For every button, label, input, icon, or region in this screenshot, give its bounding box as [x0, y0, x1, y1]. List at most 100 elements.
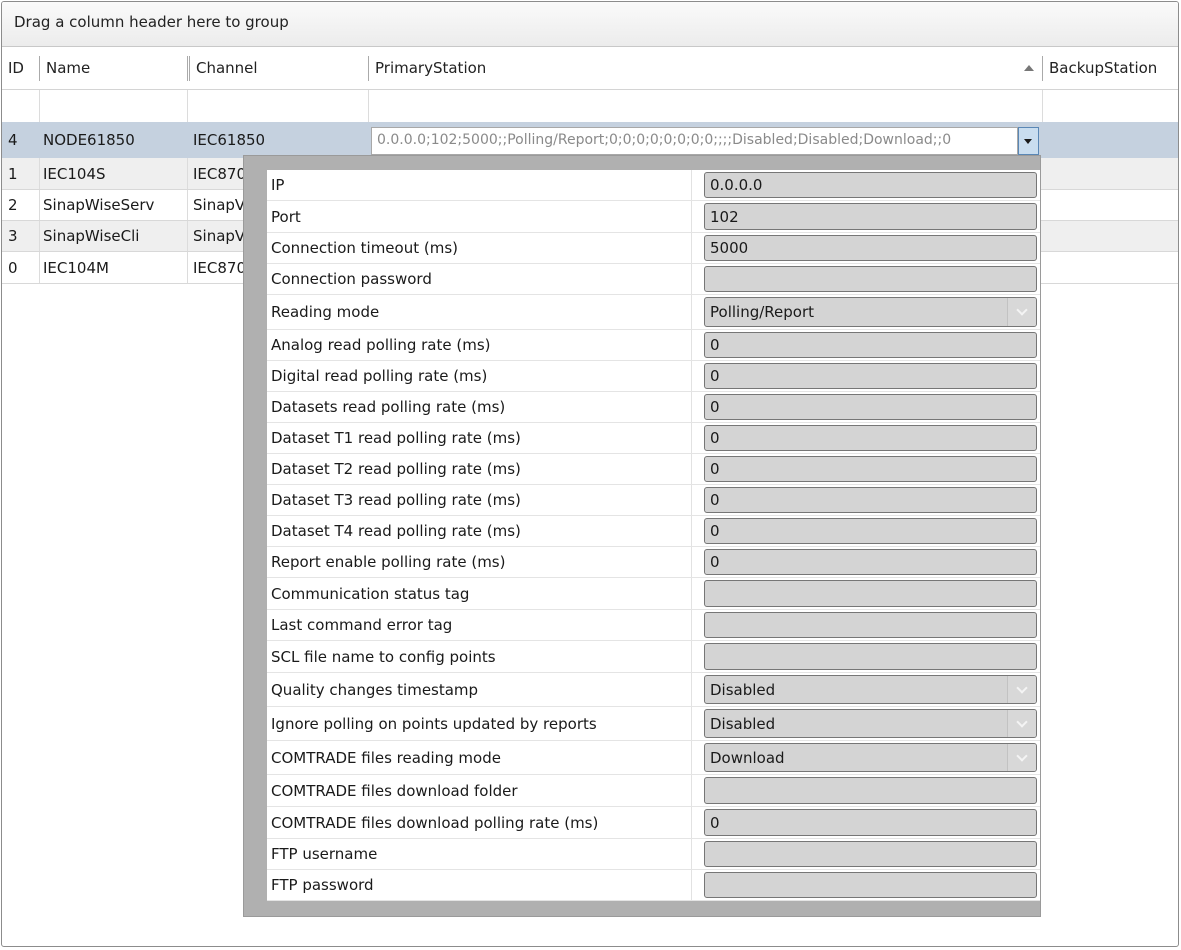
property-divider — [691, 485, 692, 515]
property-row-comtrade-files-download-folder: COMTRADE files download folder — [267, 775, 1040, 807]
property-combobox-quality-changes-timestamp[interactable]: Disabled — [704, 675, 1037, 704]
property-label: Connection timeout (ms) — [271, 239, 458, 257]
cell-divider — [187, 221, 188, 251]
property-row-comtrade-files-reading-mode: COMTRADE files reading mode Download — [267, 741, 1040, 775]
property-row-analog-read-polling-rate-ms: Analog read polling rate (ms) 0 — [267, 330, 1040, 361]
property-divider — [691, 707, 692, 740]
column-header-channel[interactable]: Channel — [190, 47, 366, 90]
property-value: 102 — [710, 207, 739, 226]
property-value: 0 — [710, 460, 720, 478]
cell-divider — [187, 90, 188, 122]
property-row-report-enable-polling-rate-ms: Report enable polling rate (ms) 0 — [267, 547, 1040, 578]
cell-divider — [187, 158, 188, 189]
property-field-analog-read-polling-rate-ms[interactable]: 0 — [704, 332, 1037, 358]
chevron-down-icon — [1016, 749, 1028, 762]
property-row-connection-password: Connection password — [267, 264, 1040, 295]
property-field-ftp-username[interactable] — [704, 841, 1037, 867]
property-row-ignore-polling-on-points-updated-by-reports: Ignore polling on points updated by repo… — [267, 707, 1040, 741]
property-label: Datasets read polling rate (ms) — [271, 398, 506, 416]
property-label: Reading mode — [271, 303, 380, 321]
property-value: 0 — [710, 398, 720, 416]
property-label: SCL file name to config points — [271, 647, 496, 666]
property-divider — [691, 870, 692, 900]
property-field-connection-timeout-ms[interactable]: 5000 — [704, 235, 1037, 261]
property-value: 0 — [710, 336, 720, 354]
property-label: Dataset T4 read polling rate (ms) — [271, 522, 521, 540]
property-divider — [691, 295, 692, 329]
property-field-scl-file-name-to-config-points[interactable] — [704, 643, 1037, 670]
property-row-dataset-t2-read-polling-rate-ms: Dataset T2 read polling rate (ms) 0 — [267, 454, 1040, 485]
property-label: COMTRADE files download folder — [271, 781, 518, 800]
cell-divider — [39, 158, 40, 189]
property-field-port[interactable]: 102 — [704, 203, 1037, 230]
property-divider — [691, 807, 692, 838]
property-row-datasets-read-polling-rate-ms: Datasets read polling rate (ms) 0 — [267, 392, 1040, 423]
group-by-hint: Drag a column header here to group — [14, 13, 289, 31]
cell-id: 0 — [8, 259, 18, 277]
property-row-communication-status-tag: Communication status tag — [267, 578, 1040, 610]
property-row-quality-changes-timestamp: Quality changes timestamp Disabled — [267, 673, 1040, 707]
combo-dropdown-button[interactable] — [1007, 676, 1036, 703]
cell-id: 3 — [8, 227, 18, 245]
column-resize-handle[interactable] — [187, 56, 188, 81]
property-row-connection-timeout-ms: Connection timeout (ms) 5000 — [267, 233, 1040, 264]
property-combobox-ignore-polling-on-points-updated-by-reports[interactable]: Disabled — [704, 709, 1037, 738]
property-divider — [691, 392, 692, 422]
property-field-comtrade-files-download-folder[interactable] — [704, 777, 1037, 804]
property-label: Quality changes timestamp — [271, 680, 479, 699]
column-header-primarystation[interactable]: PrimaryStation — [369, 47, 1019, 90]
property-label: Ignore polling on points updated by repo… — [271, 714, 597, 733]
cell-divider — [39, 190, 40, 220]
group-by-panel[interactable]: Drag a column header here to group — [2, 2, 1178, 47]
primarystation-editor[interactable]: 0.0.0.0;102;5000;;Polling/Report;0;0;0;0… — [371, 127, 1018, 155]
property-field-communication-status-tag[interactable] — [704, 580, 1037, 607]
property-field-digital-read-polling-rate-ms[interactable]: 0 — [704, 363, 1037, 389]
cell-divider — [39, 252, 40, 283]
cell-name: IEC104S — [43, 165, 106, 183]
property-combobox-comtrade-files-reading-mode[interactable]: Download — [704, 743, 1037, 772]
property-field-connection-password[interactable] — [704, 266, 1037, 292]
primarystation-property-popup: IP 0.0.0.0 Port 102 Connection timeout (ms) 5… — [243, 155, 1041, 917]
cell-name: SinapWiseCli — [43, 227, 140, 245]
property-field-datasets-read-polling-rate-ms[interactable]: 0 — [704, 394, 1037, 420]
column-header-backupstation[interactable]: BackupStation — [1043, 47, 1178, 90]
column-header-name[interactable]: Name — [40, 47, 184, 90]
cell-channel: IEC61850 — [193, 131, 266, 149]
property-row-comtrade-files-download-polling-rate-ms: COMTRADE files download polling rate (ms… — [267, 807, 1040, 839]
property-value: 0 — [710, 813, 720, 832]
cell-id: 1 — [8, 165, 18, 183]
property-row-last-command-error-tag: Last command error tag — [267, 610, 1040, 641]
property-field-dataset-t1-read-polling-rate-ms[interactable]: 0 — [704, 425, 1037, 451]
chevron-down-icon — [1016, 715, 1028, 728]
property-label: COMTRADE files download polling rate (ms… — [271, 813, 599, 832]
property-field-ftp-password[interactable] — [704, 872, 1037, 898]
property-divider — [691, 741, 692, 774]
property-value: 5000 — [710, 239, 749, 257]
primarystation-dropdown-button[interactable] — [1018, 127, 1039, 155]
property-label: Digital read polling rate (ms) — [271, 367, 488, 385]
combo-dropdown-button[interactable] — [1007, 710, 1036, 737]
property-combobox-reading-mode[interactable]: Polling/Report — [704, 297, 1037, 327]
combo-dropdown-button[interactable] — [1007, 298, 1036, 326]
property-field-dataset-t3-read-polling-rate-ms[interactable]: 0 — [704, 487, 1037, 513]
property-field-comtrade-files-download-polling-rate-ms[interactable]: 0 — [704, 809, 1037, 836]
cell-divider — [368, 90, 369, 122]
grid-control: Drag a column header here to group ID Na… — [1, 1, 1179, 947]
sort-ascending-icon — [1024, 65, 1034, 71]
property-field-dataset-t2-read-polling-rate-ms[interactable]: 0 — [704, 456, 1037, 482]
property-field-last-command-error-tag[interactable] — [704, 612, 1037, 638]
property-field-dataset-t4-read-polling-rate-ms[interactable]: 0 — [704, 518, 1037, 544]
property-value: Polling/Report — [710, 303, 814, 321]
property-row-reading-mode: Reading mode Polling/Report — [267, 295, 1040, 330]
property-field-ip[interactable]: 0.0.0.0 — [704, 172, 1037, 198]
column-header-id[interactable]: ID — [2, 47, 34, 90]
property-row-dataset-t4-read-polling-rate-ms: Dataset T4 read polling rate (ms) 0 — [267, 516, 1040, 547]
cell-name: IEC104M — [43, 259, 109, 277]
property-value: Disabled — [710, 714, 776, 733]
new-item-row[interactable] — [2, 90, 1178, 122]
property-divider — [691, 233, 692, 263]
property-label: Dataset T3 read polling rate (ms) — [271, 491, 521, 509]
property-value: 0 — [710, 491, 720, 509]
combo-dropdown-button[interactable] — [1007, 744, 1036, 771]
property-field-report-enable-polling-rate-ms[interactable]: 0 — [704, 549, 1037, 575]
